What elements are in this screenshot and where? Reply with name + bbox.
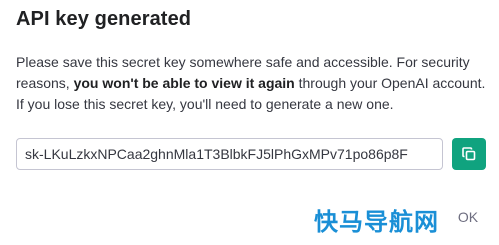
dialog-message: Please save this secret key somewhere sa… bbox=[16, 52, 486, 115]
api-key-dialog: API key generated Please save this secre… bbox=[0, 0, 499, 245]
site-watermark: 快马导航网 bbox=[314, 208, 439, 236]
message-warning-bold: you won't be able to view it again bbox=[73, 75, 295, 91]
copy-button[interactable] bbox=[452, 138, 486, 170]
dialog-title: API key generated bbox=[16, 8, 192, 30]
api-key-row bbox=[16, 138, 486, 170]
api-key-field[interactable] bbox=[16, 138, 443, 170]
ok-button[interactable]: OK bbox=[450, 206, 486, 228]
copy-icon bbox=[461, 146, 477, 162]
